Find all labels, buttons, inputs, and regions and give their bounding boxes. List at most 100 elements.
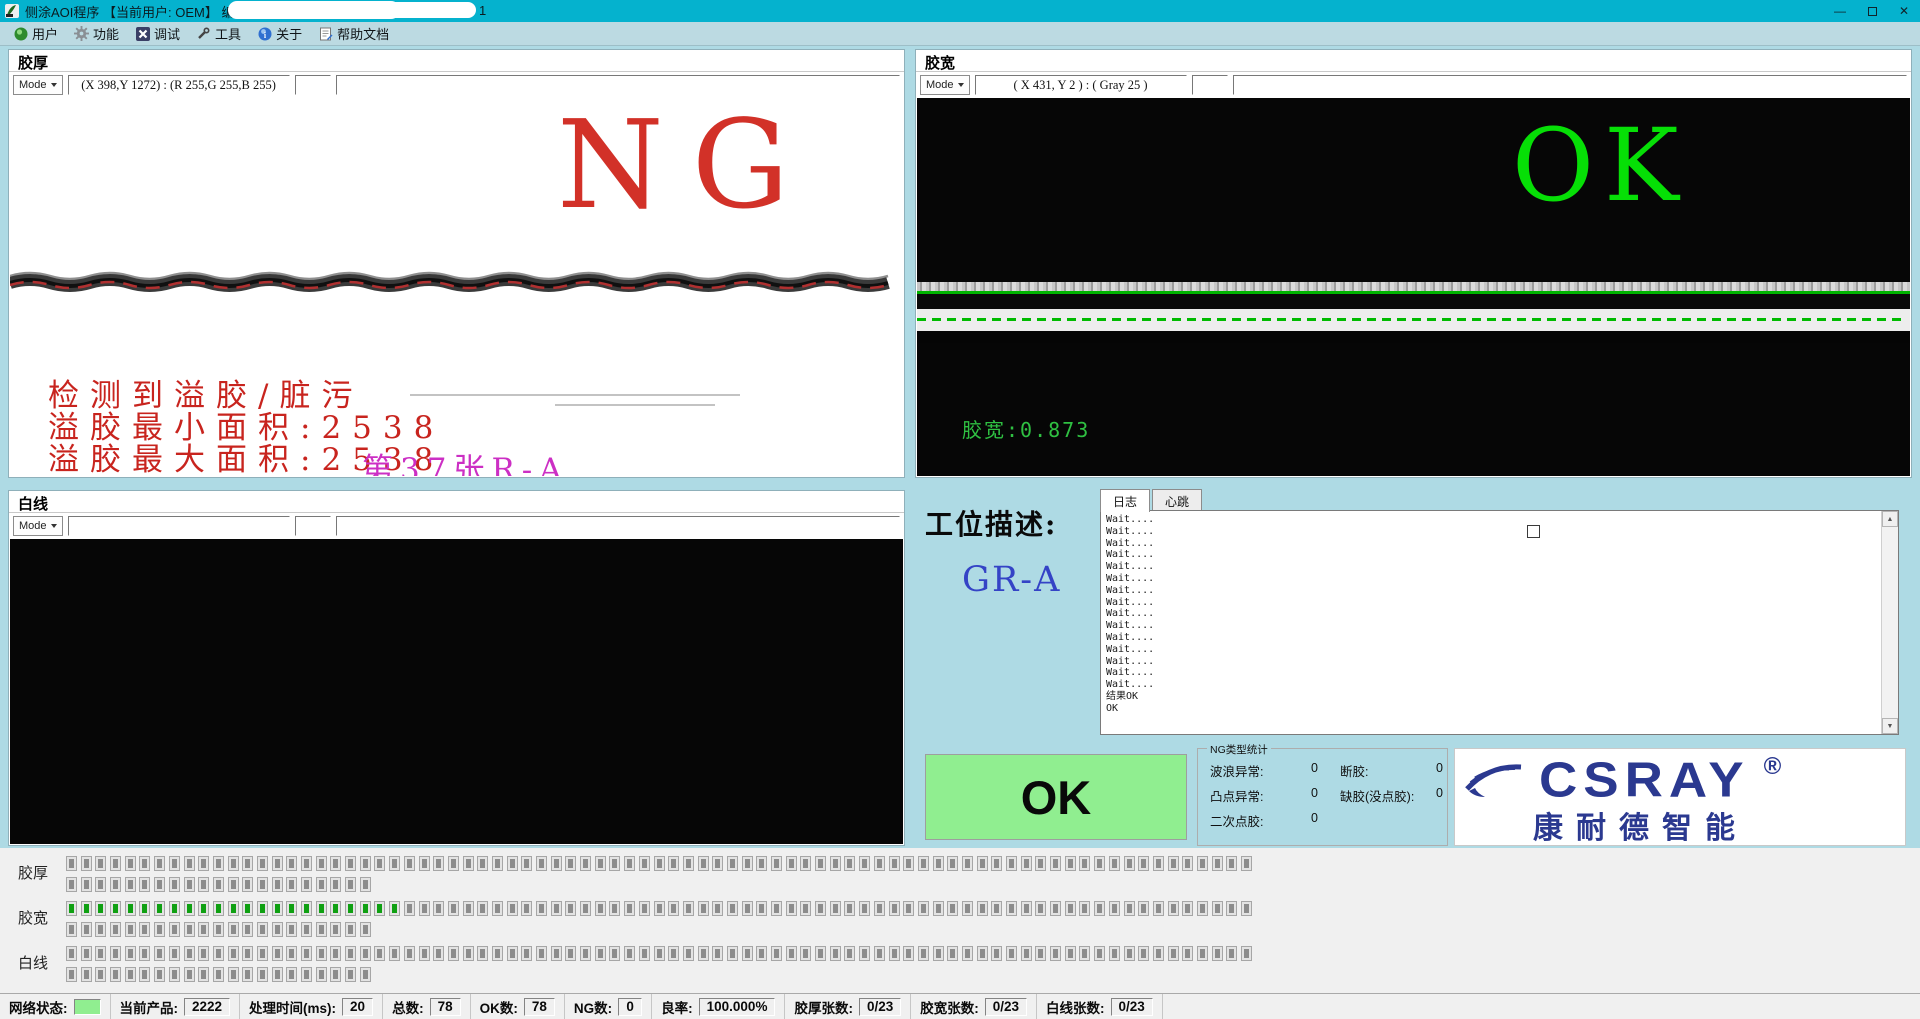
inspection-image-white-line[interactable] [10, 539, 903, 844]
menu-item-help-docs[interactable]: 帮助文档 [313, 22, 400, 46]
chevron-down-icon [958, 83, 964, 87]
frame-slot-empty [1138, 946, 1149, 961]
network-status-indicator [74, 999, 101, 1015]
group-title: NG类型统计 [1207, 742, 1271, 757]
frame-slot-empty [712, 901, 723, 916]
chevron-down-icon [51, 524, 57, 528]
frame-slot-empty [1094, 901, 1105, 916]
frame-slot-empty [1065, 856, 1076, 871]
frame-slot-empty [507, 946, 518, 961]
frame-slot-empty [198, 877, 209, 892]
menu-item-functions[interactable]: 功能 [69, 22, 130, 46]
log-line: Wait.... [1106, 608, 1876, 620]
faint-mark [555, 404, 715, 406]
pixel-coordinate-readout: (X 398,Y 1272) : (R 255,G 255,B 255) [68, 75, 290, 95]
glue-edge-strip-image [10, 266, 903, 300]
log-scrollbar[interactable]: ▲ ▼ [1881, 511, 1898, 734]
log-line: Wait.... [1106, 585, 1876, 597]
title-bar[interactable]: 侧涂AOI程序 【当前用户: OEM】 编 1 — ✕ [0, 0, 1920, 22]
frame-slot-empty [1050, 901, 1061, 916]
frame-slot-filled [139, 901, 150, 916]
frame-slot-empty [154, 946, 165, 961]
stat-broken-glue-value: 0 [1436, 761, 1443, 775]
frame-slot-empty [95, 922, 106, 937]
scroll-up-arrow-icon[interactable]: ▲ [1882, 511, 1898, 527]
frame-slot-empty [139, 877, 150, 892]
frame-slot-empty [330, 946, 341, 961]
frame-slot-empty [933, 946, 944, 961]
log-checkbox[interactable] [1527, 525, 1540, 538]
wrench-icon [196, 26, 211, 41]
frame-slot-empty [286, 922, 297, 937]
frame-slot-empty [125, 922, 136, 937]
indicator-row [66, 877, 374, 894]
frame-slot-empty [301, 922, 312, 937]
frame-slot-empty [1124, 946, 1135, 961]
frame-slot-empty [1079, 901, 1090, 916]
frame-slot-empty [1079, 946, 1090, 961]
maximize-button[interactable] [1856, 0, 1888, 22]
frame-slot-empty [463, 946, 474, 961]
frame-slot-empty [639, 946, 650, 961]
close-button[interactable]: ✕ [1888, 0, 1920, 22]
frame-slot-empty [242, 967, 253, 982]
menu-item-user[interactable]: 用户 [8, 22, 69, 46]
frame-slot-empty [874, 946, 885, 961]
frame-slot-empty [272, 877, 283, 892]
mode-dropdown[interactable]: Mode [920, 75, 970, 95]
minimize-button[interactable]: — [1824, 0, 1856, 22]
frame-slot-empty [257, 946, 268, 961]
inspection-image-glue-thickness[interactable]: NG 检测到溢胶/脏污 溢胶最小面积:2538 溢胶最大面积:2538 第37张… [10, 98, 903, 476]
menu-item-debug[interactable]: 调试 [130, 22, 191, 46]
frame-slot-empty [1212, 946, 1223, 961]
indicator-row [66, 946, 1256, 963]
frame-slot-empty [139, 967, 150, 982]
pixel-coordinate-readout: ( X 431, Y 2 ) : ( Gray 25 ) [975, 75, 1187, 95]
frame-slot-empty [1241, 856, 1252, 871]
frame-slot-empty [1168, 901, 1179, 916]
frame-slot-empty [477, 901, 488, 916]
frame-slot-empty [903, 856, 914, 871]
overall-result-button[interactable]: OK [925, 754, 1187, 840]
frame-slot-empty [242, 922, 253, 937]
frame-slot-empty [756, 856, 767, 871]
frame-slot-empty [213, 877, 224, 892]
inspection-image-glue-width[interactable]: OK 胶宽:0.873 [917, 98, 1910, 476]
frame-slot-empty [977, 946, 988, 961]
scroll-down-arrow-icon[interactable]: ▼ [1882, 718, 1898, 734]
mode-dropdown[interactable]: Mode [13, 516, 63, 536]
frame-label-overlay: 第37张R-A [362, 444, 569, 476]
log-line: Wait.... [1106, 526, 1876, 538]
frame-slot-empty [1226, 901, 1237, 916]
frame-slot-empty [448, 901, 459, 916]
frame-slot-empty [110, 856, 121, 871]
frame-slot-empty [624, 946, 635, 961]
user-icon [13, 26, 28, 41]
frame-slot-empty [698, 901, 709, 916]
frame-slot-filled [257, 901, 268, 916]
debug-x-icon [135, 26, 150, 41]
frame-slot-empty [316, 877, 327, 892]
stat-second-dispense-value: 0 [1311, 811, 1318, 825]
frame-slot-empty [1006, 901, 1017, 916]
tab-log[interactable]: 日志 [1100, 489, 1150, 512]
menu-item-about[interactable]: i 关于 [252, 22, 313, 46]
frame-slot-empty [1138, 856, 1149, 871]
menu-item-tools[interactable]: 工具 [191, 22, 252, 46]
tab-heartbeat[interactable]: 心跳 [1152, 489, 1202, 511]
frame-slot-empty [698, 946, 709, 961]
detected-glue-line [917, 318, 1904, 321]
menu-bar: 用户 功能 调试 工具 i [0, 22, 1920, 46]
frame-slot-empty [830, 946, 841, 961]
frame-slot-empty [419, 901, 430, 916]
frame-indicator-area: 胶厚 胶宽 白线 [0, 848, 1920, 993]
panel-title: 白线 [18, 493, 48, 514]
frame-slot-empty [81, 922, 92, 937]
status-glue-width-frames: 胶宽张数:0/23 [911, 994, 1037, 1019]
log-output[interactable]: Wait....Wait....Wait....Wait....Wait....… [1100, 510, 1899, 735]
frame-slot-empty [507, 901, 518, 916]
menu-label: 关于 [276, 24, 302, 43]
frame-slot-empty [110, 946, 121, 961]
log-line: Wait.... [1106, 667, 1876, 679]
mode-dropdown[interactable]: Mode [13, 75, 63, 95]
